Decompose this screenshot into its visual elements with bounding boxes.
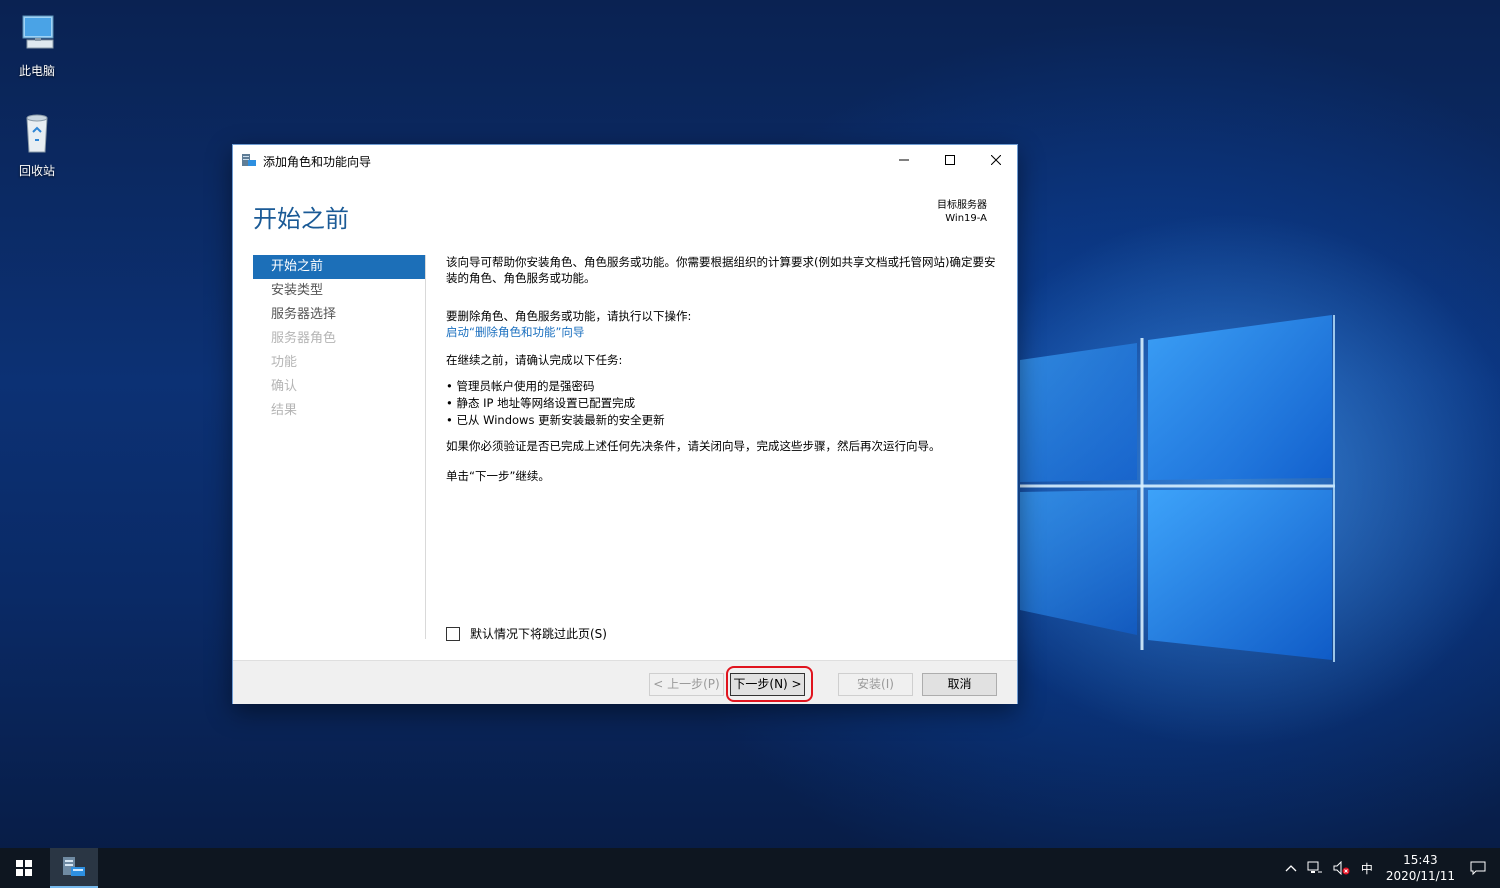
skip-page-checkbox[interactable] bbox=[446, 626, 460, 641]
list-item: 静态 IP 地址等网络设置已配置完成 bbox=[446, 395, 1006, 411]
cancel-button[interactable]: 取消 bbox=[922, 673, 997, 696]
server-manager-icon bbox=[241, 152, 257, 168]
nav-item-features: 功能 bbox=[271, 355, 298, 370]
nav-item-before-you-begin[interactable]: 开始之前 bbox=[253, 255, 425, 279]
recycle-bin-icon bbox=[13, 110, 61, 158]
desktop-icon-recycle-bin[interactable]: 回收站 bbox=[2, 110, 72, 179]
wizard-content: 该向导可帮助你安装角色、角色服务或功能。你需要根据组织的计算要求(例如共享文档或… bbox=[446, 254, 1006, 484]
taskbar: 中 15:43 2020/11/11 bbox=[0, 848, 1500, 888]
add-roles-wizard-window: 添加角色和功能向导 开始之前 目标服务器 Win19-A 开始之前 安装类型 服… bbox=[232, 144, 1018, 704]
continue-note-text: 单击“下一步”继续。 bbox=[446, 469, 550, 483]
taskbar-app-server-manager[interactable] bbox=[50, 848, 98, 888]
confirm-intro-text: 在继续之前，请确认完成以下任务: bbox=[446, 353, 623, 367]
list-item: 管理员帐户使用的是强密码 bbox=[446, 378, 1006, 394]
desktop-icon-label: 此电脑 bbox=[18, 64, 55, 78]
remove-roles-link[interactable]: 启动“删除角色和功能”向导 bbox=[446, 324, 1006, 340]
network-icon bbox=[1307, 861, 1322, 873]
action-center-button[interactable] bbox=[1470, 860, 1486, 876]
wizard-footer: < 上一步(P) 下一步(N) > 安装(I) 取消 bbox=[233, 660, 1017, 704]
desktop-icon-label: 回收站 bbox=[18, 164, 55, 178]
clock-date: 2020/11/11 bbox=[1385, 869, 1455, 883]
close-icon bbox=[991, 155, 1001, 165]
volume-muted-icon bbox=[1333, 861, 1350, 875]
minimize-icon bbox=[899, 159, 909, 161]
verify-note-text: 如果你必须验证是否已完成上述任何先决条件，请关闭向导，完成这些步骤，然后再次运行… bbox=[446, 439, 941, 453]
server-manager-icon bbox=[63, 857, 85, 876]
nav-item-server-selection[interactable]: 服务器选择 bbox=[253, 303, 425, 327]
previous-button: < 上一步(P) bbox=[649, 673, 724, 696]
nav-item-confirmation: 确认 bbox=[271, 379, 298, 394]
close-button[interactable] bbox=[973, 145, 1019, 175]
ime-indicator[interactable]: 中 bbox=[1361, 860, 1373, 877]
nav-item-installation-type[interactable]: 安装类型 bbox=[253, 279, 425, 303]
clock[interactable]: 15:43 2020/11/11 bbox=[1386, 852, 1455, 884]
clock-time: 15:43 bbox=[1403, 853, 1438, 867]
nav-item-results: 结果 bbox=[271, 403, 298, 418]
install-button: 安装(I) bbox=[838, 673, 913, 696]
minimize-button[interactable] bbox=[881, 145, 927, 175]
list-item: 已从 Windows 更新安装最新的安全更新 bbox=[446, 412, 1006, 428]
notification-icon bbox=[1470, 861, 1486, 876]
target-server-info: 目标服务器 Win19-A bbox=[937, 199, 987, 225]
next-button[interactable]: 下一步(N) > bbox=[730, 673, 805, 696]
network-status-button[interactable] bbox=[1307, 861, 1323, 875]
nav-item-server-roles: 服务器角色 bbox=[271, 331, 337, 346]
wizard-nav: 开始之前 安装类型 服务器选择 服务器角色 功能 确认 结果 bbox=[253, 255, 425, 423]
window-title: 添加角色和功能向导 bbox=[263, 155, 372, 169]
desktop-icon-computer[interactable]: 此电脑 bbox=[2, 10, 72, 79]
volume-button[interactable] bbox=[1333, 861, 1351, 875]
intro-text: 该向导可帮助你安装角色、角色服务或功能。你需要根据组织的计算要求(例如共享文档或… bbox=[446, 255, 996, 285]
target-server-label: 目标服务器 bbox=[937, 200, 987, 211]
remove-intro-text: 要删除角色、角色服务或功能，请执行以下操作: bbox=[446, 309, 692, 323]
target-server-name: Win19-A bbox=[945, 213, 987, 224]
skip-page-option[interactable]: 默认情况下将跳过此页(S) bbox=[446, 625, 607, 642]
skip-page-label: 默认情况下将跳过此页(S) bbox=[470, 627, 607, 641]
window-titlebar[interactable]: 添加角色和功能向导 bbox=[233, 145, 1017, 175]
computer-icon bbox=[13, 10, 61, 58]
windows-start-icon bbox=[16, 860, 32, 876]
start-button[interactable] bbox=[0, 848, 48, 888]
chevron-up-icon bbox=[1285, 865, 1297, 872]
maximize-icon bbox=[945, 155, 955, 165]
nav-divider bbox=[425, 255, 426, 639]
task-list: 管理员帐户使用的是强密码 静态 IP 地址等网络设置已配置完成 已从 Windo… bbox=[446, 378, 1006, 428]
maximize-button[interactable] bbox=[927, 145, 973, 175]
page-title: 开始之前 bbox=[253, 205, 349, 233]
system-tray: 中 15:43 2020/11/11 bbox=[1280, 848, 1500, 888]
show-hidden-icons-button[interactable] bbox=[1285, 863, 1297, 873]
